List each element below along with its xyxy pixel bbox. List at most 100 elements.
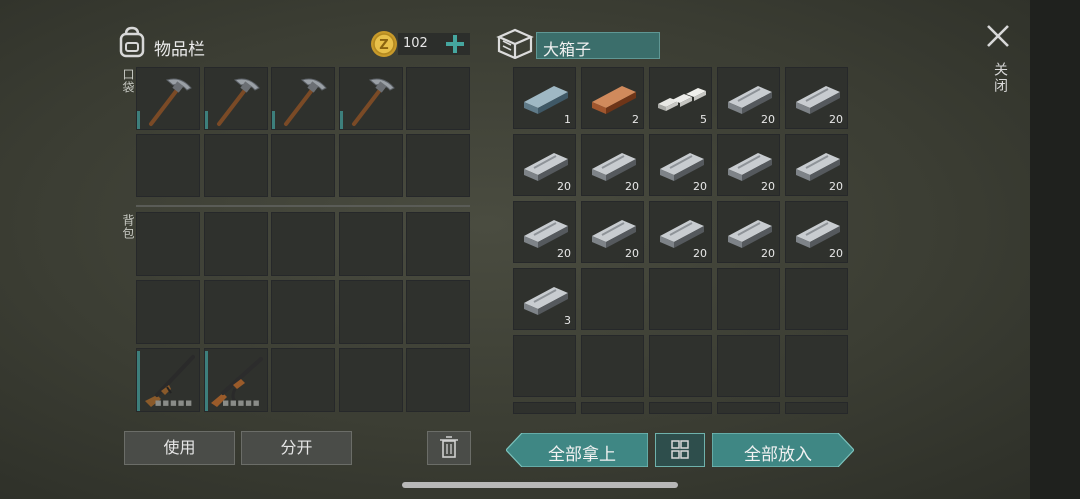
- trash-button[interactable]: [427, 431, 471, 465]
- durability-bar: [204, 111, 208, 129]
- pocket-slot[interactable]: [338, 67, 403, 130]
- backpack-icon: [117, 26, 147, 58]
- grid-sort-icon: [671, 440, 689, 459]
- right-edge-panel: [1030, 0, 1080, 499]
- container-slot[interactable]: [785, 268, 848, 330]
- container-slot[interactable]: [649, 268, 712, 330]
- backpack-slot[interactable]: [406, 280, 470, 344]
- backpack-slot[interactable]: [338, 280, 403, 344]
- backpack-slot[interactable]: ■■■■■: [136, 348, 200, 412]
- backpack-slot[interactable]: [271, 348, 335, 412]
- container-slot[interactable]: 20: [581, 201, 644, 263]
- container-slot[interactable]: 20: [649, 201, 712, 263]
- backpack-slot[interactable]: [136, 212, 200, 276]
- add-coins-button[interactable]: [443, 32, 467, 56]
- item-count: 5: [700, 113, 707, 126]
- container-slot[interactable]: [581, 268, 644, 330]
- durability-bar: [204, 351, 208, 411]
- backpack-slot[interactable]: [271, 280, 335, 344]
- item-count: 20: [761, 247, 775, 260]
- container-slot[interactable]: 20: [717, 201, 780, 263]
- container-name-field[interactable]: 大箱子: [536, 32, 660, 59]
- container-slot[interactable]: 20: [717, 67, 780, 129]
- backpack-slot[interactable]: [203, 212, 268, 276]
- item-count: 3: [564, 314, 571, 327]
- backpack-slot[interactable]: ■■■■■: [203, 348, 268, 412]
- item-count: 20: [829, 180, 843, 193]
- backpack-slot[interactable]: [406, 348, 470, 412]
- pocket-slot[interactable]: [136, 67, 200, 130]
- container-slot[interactable]: 3: [513, 268, 576, 330]
- container-slot[interactable]: 20: [785, 134, 848, 196]
- pocket-slot[interactable]: [271, 67, 335, 130]
- backpack-slot[interactable]: [338, 348, 403, 412]
- item-count: 20: [761, 180, 775, 193]
- item-count: 20: [829, 113, 843, 126]
- put-all-button[interactable]: 全部放入: [712, 433, 854, 467]
- durability-bar: [137, 351, 140, 411]
- container-slot[interactable]: 20: [513, 201, 576, 263]
- container-slot[interactable]: [581, 402, 644, 414]
- home-indicator[interactable]: [402, 482, 678, 488]
- container-slot[interactable]: [785, 402, 848, 414]
- pocket-label: 口袋: [121, 68, 135, 94]
- container-title: 大箱子: [543, 40, 592, 59]
- container-slot[interactable]: 2: [581, 67, 644, 129]
- pocket-slot[interactable]: [271, 134, 335, 197]
- ammo-indicator: ■■■■■: [154, 399, 193, 407]
- container-slot[interactable]: [649, 335, 712, 397]
- item-count: 20: [557, 247, 571, 260]
- svg-text:Z: Z: [379, 38, 388, 53]
- container-slot[interactable]: 20: [785, 201, 848, 263]
- item-count: 20: [625, 180, 639, 193]
- trash-icon: [440, 436, 458, 458]
- split-button[interactable]: 分开: [241, 431, 352, 465]
- container-slot[interactable]: [513, 335, 576, 397]
- inventory-title: 物品栏: [154, 40, 205, 60]
- item-count: 20: [693, 247, 707, 260]
- put-all-label: 全部放入: [744, 445, 812, 465]
- durability-bar: [137, 111, 140, 129]
- container-slot[interactable]: [513, 402, 576, 414]
- take-all-label: 全部拿上: [548, 445, 616, 465]
- sort-button[interactable]: [655, 433, 705, 467]
- container-slot[interactable]: [717, 335, 780, 397]
- container-slot[interactable]: [717, 268, 780, 330]
- container-slot[interactable]: 1: [513, 67, 576, 129]
- container-slot[interactable]: [717, 402, 780, 414]
- container-slot[interactable]: [581, 335, 644, 397]
- container-slot[interactable]: 20: [785, 67, 848, 129]
- backpack-slot[interactable]: [203, 280, 268, 344]
- durability-bar: [272, 111, 275, 129]
- take-all-button[interactable]: 全部拿上: [506, 433, 648, 467]
- container-slot[interactable]: 20: [513, 134, 576, 196]
- pocket-slot[interactable]: [338, 134, 403, 197]
- item-count: 1: [564, 113, 571, 126]
- close-label: 关闭: [992, 62, 1008, 94]
- container-slot[interactable]: 20: [649, 134, 712, 196]
- backpack-slot[interactable]: [271, 212, 335, 276]
- close-button[interactable]: 关闭: [980, 22, 1016, 102]
- pocket-slot[interactable]: [203, 134, 268, 197]
- backpack-label: 背包: [121, 214, 135, 240]
- pocket-slot[interactable]: [406, 134, 470, 197]
- pocket-slot[interactable]: [136, 134, 200, 197]
- container-slot[interactable]: [649, 402, 712, 414]
- backpack-slot[interactable]: [406, 212, 470, 276]
- container-slot[interactable]: 20: [581, 134, 644, 196]
- backpack-slot[interactable]: [136, 280, 200, 344]
- container-slot[interactable]: 5: [649, 67, 712, 129]
- pocket-slot[interactable]: [203, 67, 268, 130]
- coin-icon: Z: [370, 30, 398, 58]
- item-count: 20: [693, 180, 707, 193]
- item-count: 20: [761, 113, 775, 126]
- item-count: 2: [632, 113, 639, 126]
- item-count: 20: [829, 247, 843, 260]
- item-count: 20: [557, 180, 571, 193]
- backpack-slot[interactable]: [338, 212, 403, 276]
- container-slot[interactable]: [785, 335, 848, 397]
- ammo-indicator: ■■■■■: [222, 399, 261, 407]
- pocket-slot[interactable]: [406, 67, 470, 130]
- use-button[interactable]: 使用: [124, 431, 235, 465]
- container-slot[interactable]: 20: [717, 134, 780, 196]
